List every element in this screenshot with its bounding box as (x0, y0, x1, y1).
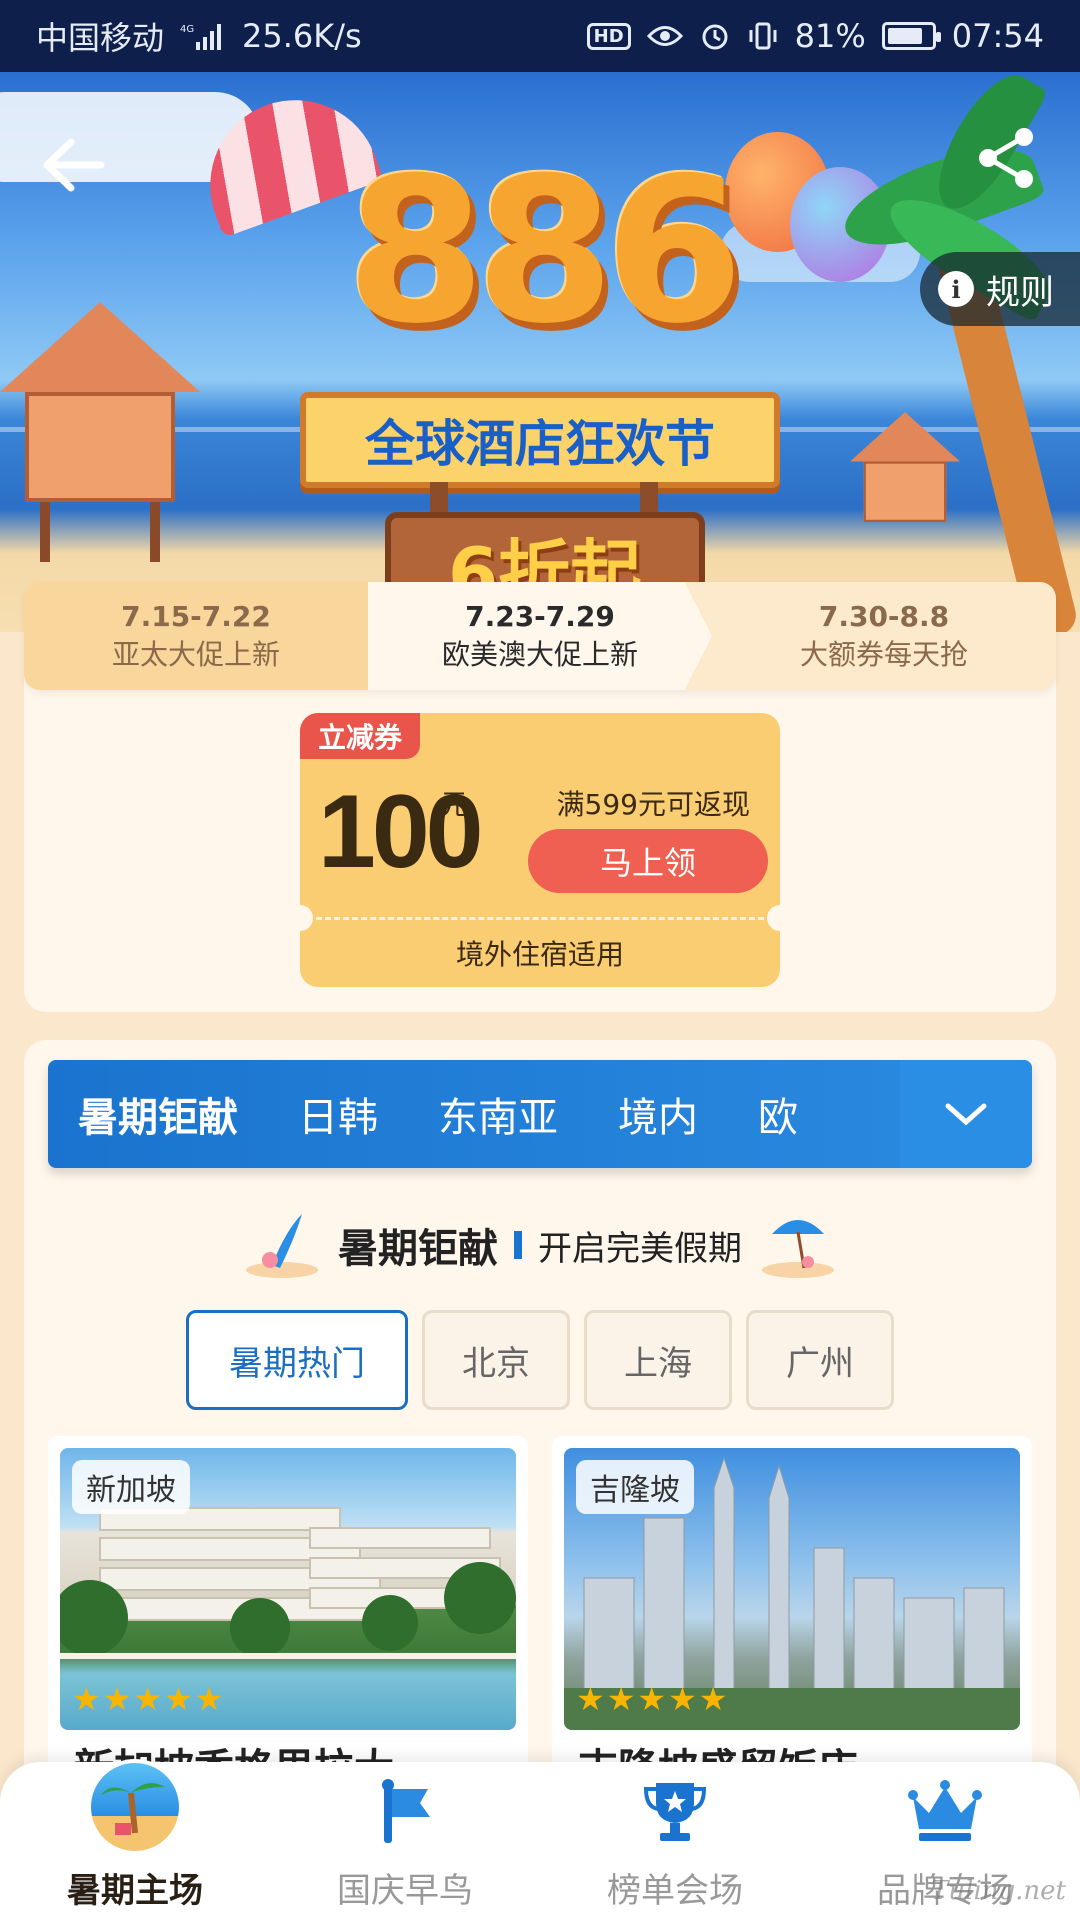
hotel-card[interactable]: 吉隆坡 ★★★★★ 吉隆坡盛贸饭店 (552, 1436, 1032, 1796)
nav-label: 国庆早鸟 (337, 1871, 473, 1911)
tab-southeast-asia[interactable]: 东南亚 (408, 1085, 588, 1143)
city-tab-guangzhou[interactable]: 广州 (746, 1310, 894, 1410)
city-tab-shanghai[interactable]: 上海 (584, 1310, 732, 1410)
section-subtitle: 开启完美假期 (538, 1228, 742, 1269)
tab-europe[interactable]: 欧 (728, 1085, 828, 1143)
discount-coupon: 立减券 100 元 满599元可返现 马上领 境外住宿适用 (300, 713, 780, 987)
coupon-notch (300, 905, 313, 931)
status-left: 中国移动 4G 25.6K/s (36, 13, 362, 59)
share-button[interactable] (974, 125, 1044, 195)
eye-icon (646, 23, 683, 49)
back-button[interactable] (38, 130, 108, 200)
claim-coupon-button[interactable]: 马上领 (528, 829, 768, 893)
coupon-divider (316, 917, 764, 920)
hotel-location-badge: 吉隆坡 (576, 1460, 694, 1514)
promo-timeline: 7.15-7.22 亚太大促上新 7.23-7.29 欧美澳大促上新 7.30-… (24, 582, 1056, 690)
hotel-photo: 吉隆坡 ★★★★★ (564, 1448, 1020, 1730)
section-title: 暑期钜献 (338, 1226, 498, 1272)
alarm-icon (699, 20, 731, 52)
beach-umbrella-icon (758, 1210, 838, 1280)
timeline-item-1[interactable]: 7.15-7.22 亚太大促上新 (24, 582, 368, 690)
battery-fill (887, 28, 922, 44)
hotel-star-rating: ★★★★★ (576, 1680, 730, 1718)
hd-icon: HD (586, 22, 631, 50)
carrier-name: 中国移动 (36, 19, 165, 57)
nav-label: 暑期主场 (67, 1871, 203, 1911)
summer-palm-icon (87, 1759, 183, 1855)
tab-japan-korea[interactable]: 日韩 (268, 1085, 408, 1143)
status-right: HD 81% 07:54 (586, 17, 1044, 55)
timeline-date: 7.30-8.8 (818, 600, 950, 633)
hotel-photo: 新加坡 ★★★★★ (60, 1448, 516, 1730)
nav-label: 榜单会场 (607, 1871, 743, 1911)
rules-button[interactable]: i 规则 (920, 252, 1080, 326)
watermark: Tuling.net (931, 1876, 1066, 1906)
battery-percent: 81% (794, 17, 866, 55)
city-filter-bar: 暑期热门 北京 上海 广州 (186, 1310, 894, 1410)
nav-summer-main[interactable]: 暑期主场 (0, 1759, 270, 1920)
nav-national-day[interactable]: 国庆早鸟 (270, 1762, 540, 1920)
coupon-tag: 立减券 (300, 713, 421, 759)
back-arrow-icon (43, 138, 105, 192)
timeline-label: 亚太大促上新 (111, 638, 280, 671)
section-divider (514, 1231, 522, 1259)
tab-summer[interactable]: 暑期钜献 (48, 1085, 268, 1143)
expand-tabs-button[interactable] (900, 1060, 1032, 1168)
svg-text:4G: 4G (180, 24, 194, 35)
hotel-location-badge: 新加坡 (72, 1460, 190, 1514)
water-hut-small-illustration (850, 412, 960, 522)
festival-ribbon: 全球酒店狂欢节 (300, 392, 780, 488)
tab-domestic[interactable]: 境内 (588, 1085, 728, 1143)
coupon-condition: 满599元可返现 (556, 788, 750, 821)
water-hut-illustration (0, 302, 200, 562)
timeline-label: 大额券每天抢 (799, 638, 968, 671)
crown-icon (900, 1767, 990, 1857)
region-tab-bar: 暑期钜献 日韩 东南亚 境内 欧 (48, 1060, 1032, 1168)
clock: 07:54 (951, 17, 1044, 55)
nav-rankings[interactable]: 榜单会场 (540, 1762, 810, 1920)
share-icon (979, 128, 1033, 188)
timeline-item-2[interactable]: 7.23-7.29 欧美澳大促上新 (368, 582, 712, 690)
signal-icon: 4G (180, 22, 226, 50)
timeline-date: 7.23-7.29 (465, 600, 615, 633)
hotel-star-rating: ★★★★★ (72, 1680, 226, 1718)
hotel-card[interactable]: 新加坡 ★★★★★ 新加坡香格里拉大 (48, 1436, 528, 1796)
timeline-label: 欧美澳大促上新 (441, 638, 638, 671)
vibrate-icon (747, 20, 779, 52)
trophy-icon (630, 1767, 720, 1857)
section-header: 暑期钜献 开启完美假期 (0, 1210, 1080, 1280)
bottom-nav: 暑期主场 国庆早鸟 榜单会场 品牌专场 Tuling.net (0, 1759, 1080, 1920)
surfboard-icon (242, 1210, 322, 1280)
battery-icon (881, 22, 941, 50)
network-speed: 25.6K/s (242, 17, 362, 55)
chevron-down-icon (945, 1103, 987, 1126)
timeline-date: 7.15-7.22 (121, 600, 271, 633)
flag-icon (360, 1767, 450, 1857)
city-tab-beijing[interactable]: 北京 (422, 1310, 570, 1410)
city-tab-summer-hot[interactable]: 暑期热门 (186, 1310, 408, 1410)
hero-banner: 886 全球酒店狂欢节 6折起 (0, 72, 1080, 632)
coupon-scope: 境外住宿适用 (455, 938, 624, 971)
timeline-item-3[interactable]: 7.30-8.8 大额券每天抢 (712, 582, 1056, 690)
hero-886-title: 886 (346, 135, 743, 368)
coupon-unit: 元 (440, 788, 469, 821)
status-bar: 中国移动 4G 25.6K/s HD 81% 07:54 (0, 0, 1080, 72)
coupon-notch (767, 905, 780, 931)
info-icon: i (938, 271, 974, 307)
rules-label: 规则 (986, 272, 1054, 313)
